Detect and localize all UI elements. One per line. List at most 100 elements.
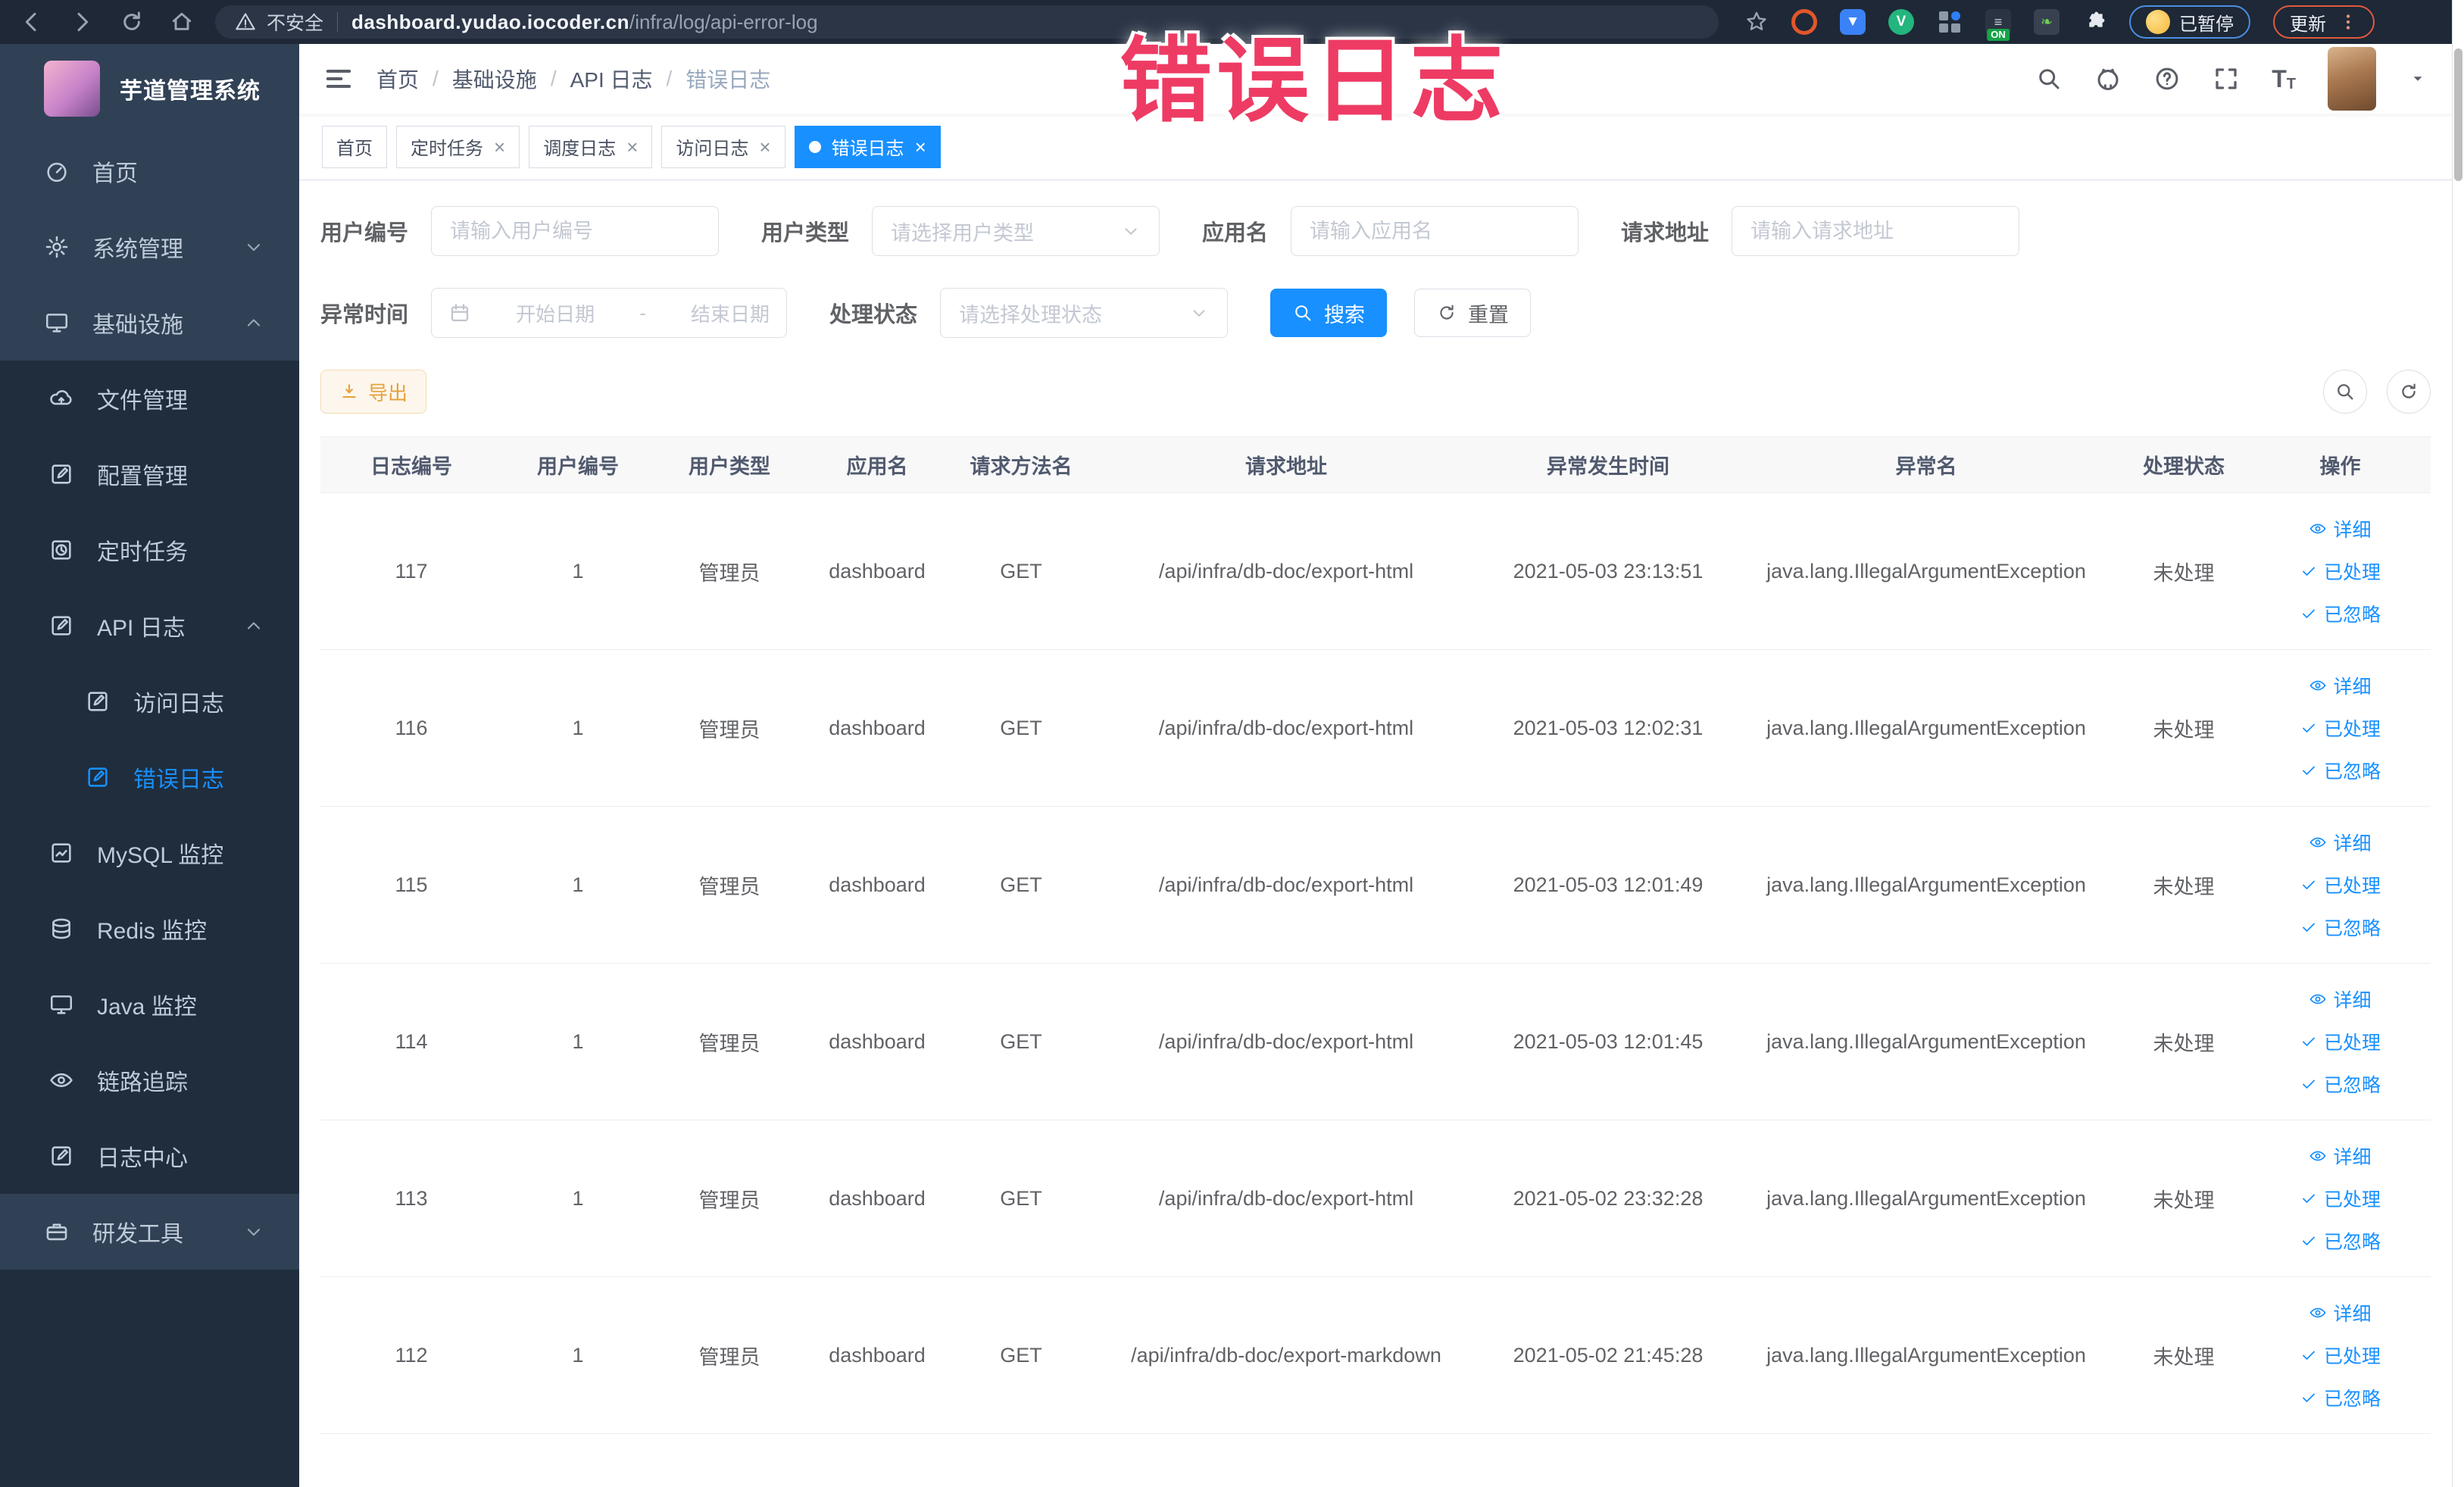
sidebar-item-10[interactable]: Redis 监控 [0, 891, 299, 967]
tab-close-icon[interactable]: × [915, 137, 926, 157]
processed-link[interactable]: 已处理 [2300, 871, 2381, 898]
extensions-puzzle-icon[interactable] [2082, 10, 2106, 34]
address-bar[interactable]: 不安全 dashboard.yudao.iocoder.cn /infra/lo… [215, 5, 1719, 39]
font-size-icon[interactable]: TT [2272, 65, 2296, 93]
field-select[interactable]: 请选择用户类型 [872, 206, 1160, 256]
detail-link[interactable]: 详细 [2309, 515, 2372, 542]
extension-icon[interactable] [1791, 9, 1817, 35]
sidebar-item-14[interactable]: 研发工具 [0, 1194, 299, 1270]
search-icon[interactable] [2035, 65, 2063, 92]
processed-link[interactable]: 已处理 [2300, 714, 2381, 742]
sidebar-item-4[interactable]: 配置管理 [0, 436, 299, 512]
toolbox-icon [46, 1223, 67, 1241]
cell-url: /api/infra/db-doc/export-markdown [1131, 1343, 1441, 1367]
tab-0[interactable]: 首页 [322, 125, 387, 168]
toggle-search-button[interactable] [2323, 370, 2367, 414]
scrollbar-thumb[interactable] [2454, 48, 2462, 181]
ignored-link[interactable]: 已忽略 [2300, 1227, 2381, 1254]
fullscreen-icon[interactable] [2213, 65, 2240, 92]
sidebar-item-8[interactable]: 错误日志 [0, 739, 299, 815]
extension-icon[interactable]: ❧ [2034, 9, 2060, 35]
chrome-update-pill[interactable]: 更新 [2273, 5, 2375, 39]
sidebar-item-label: MySQL 监控 [97, 843, 224, 868]
github-icon[interactable] [2094, 65, 2122, 92]
export-button[interactable]: 导出 [320, 370, 427, 414]
sidebar-item-6[interactable]: API 日志 [0, 588, 299, 664]
sidebar-item-13[interactable]: 日志中心 [0, 1118, 299, 1194]
sidebar-item-9[interactable]: MySQL 监控 [0, 815, 299, 891]
tab-label: 访问日志 [676, 139, 749, 159]
field-input[interactable] [1291, 206, 1579, 256]
sidebar-item-11[interactable]: Java 监控 [0, 967, 299, 1042]
extension-icon[interactable]: ▼ [1840, 9, 1866, 35]
ignored-link[interactable]: 已忽略 [2300, 1070, 2381, 1098]
processed-link[interactable]: 已处理 [2300, 1185, 2381, 1212]
ignored-link[interactable]: 已忽略 [2300, 600, 2381, 627]
bookmark-star-icon[interactable] [1744, 10, 1769, 34]
cell-user_id: 1 [572, 716, 584, 739]
detail-link[interactable]: 详细 [2309, 672, 2372, 699]
back-button[interactable] [20, 10, 44, 34]
page-scrollbar[interactable] [2452, 0, 2464, 1487]
sidebar-item-5[interactable]: 定时任务 [0, 512, 299, 588]
sidebar-item-12[interactable]: 链路追踪 [0, 1042, 299, 1118]
app-logo-row[interactable]: 芋道管理系统 [0, 44, 299, 133]
refresh-button[interactable] [2387, 370, 2431, 414]
breadcrumb-item[interactable]: 基础设施 [452, 64, 537, 94]
column-header: 异常名 [1895, 455, 1957, 478]
user-avatar[interactable] [2328, 47, 2376, 111]
cell-actions: 详细 已处理 已忽略 [2252, 829, 2428, 941]
sidebar-item-7[interactable]: 访问日志 [0, 664, 299, 739]
tab-3[interactable]: 访问日志 × [661, 125, 785, 168]
field-select[interactable]: 请选择处理状态 [940, 288, 1229, 338]
processed-link[interactable]: 已处理 [2300, 1028, 2381, 1055]
extension-icon[interactable] [1937, 9, 1963, 35]
reload-button[interactable] [120, 10, 144, 34]
field-input[interactable] [431, 206, 720, 256]
cell-status: 未处理 [2153, 875, 2215, 898]
breadcrumb-item[interactable]: API 日志 [570, 64, 653, 94]
date-range-input[interactable]: 开始日期 - 结束日期 [431, 288, 788, 338]
search-button[interactable]: 搜索 [1270, 289, 1388, 337]
profile-paused-pill[interactable]: 已暂停 [2129, 5, 2250, 39]
tab-1[interactable]: 定时任务 × [396, 125, 520, 168]
tab-close-icon[interactable]: × [494, 137, 505, 157]
tab-2[interactable]: 调度日志 × [529, 125, 653, 168]
security-label[interactable]: 不安全 [267, 8, 323, 36]
tab-4[interactable]: 错误日志 × [794, 125, 941, 168]
sidebar-item-0[interactable]: 首页 [0, 133, 299, 209]
tab-close-icon[interactable]: × [626, 137, 638, 157]
processed-link[interactable]: 已处理 [2300, 558, 2381, 585]
check-icon [2303, 1393, 2315, 1402]
detail-link[interactable]: 详细 [2309, 986, 2372, 1013]
sidebar-item-2[interactable]: 基础设施 [0, 285, 299, 361]
detail-link[interactable]: 详细 [2309, 829, 2372, 856]
field-input[interactable] [1732, 206, 2020, 256]
sidebar-item-label: 错误日志 [133, 767, 224, 792]
chevron-down-icon [1193, 310, 1205, 317]
home-button[interactable] [170, 10, 194, 34]
chevron-down-icon[interactable] [2408, 69, 2428, 89]
app-title: 芋道管理系统 [120, 79, 261, 104]
sidebar-item-3[interactable]: 文件管理 [0, 361, 299, 436]
extension-icon[interactable]: ≡ ON [1985, 9, 2011, 41]
ignored-link[interactable]: 已忽略 [2300, 914, 2381, 941]
tab-close-icon[interactable]: × [759, 137, 770, 157]
ignored-link[interactable]: 已忽略 [2300, 1384, 2381, 1411]
processed-link[interactable]: 已处理 [2300, 1342, 2381, 1369]
breadcrumb-item[interactable]: 首页 [376, 64, 419, 94]
hamburger-icon[interactable] [323, 64, 354, 94]
chevron-up-icon [247, 319, 261, 326]
breadcrumb-separator: / [666, 67, 673, 90]
ignored-link[interactable]: 已忽略 [2300, 757, 2381, 784]
sidebar-item-1[interactable]: 系统管理 [0, 209, 299, 285]
reset-button[interactable]: 重置 [1414, 289, 1532, 337]
browser-nav-buttons [20, 10, 194, 34]
forward-button[interactable] [70, 10, 94, 34]
detail-link[interactable]: 详细 [2309, 1142, 2372, 1170]
cell-actions: 详细 已处理 已忽略 [2252, 515, 2428, 627]
extension-icon[interactable]: V [1888, 9, 1914, 35]
end-date-placeholder: 结束日期 [690, 302, 770, 326]
help-icon[interactable] [2153, 65, 2181, 92]
detail-link[interactable]: 详细 [2309, 1299, 2372, 1326]
